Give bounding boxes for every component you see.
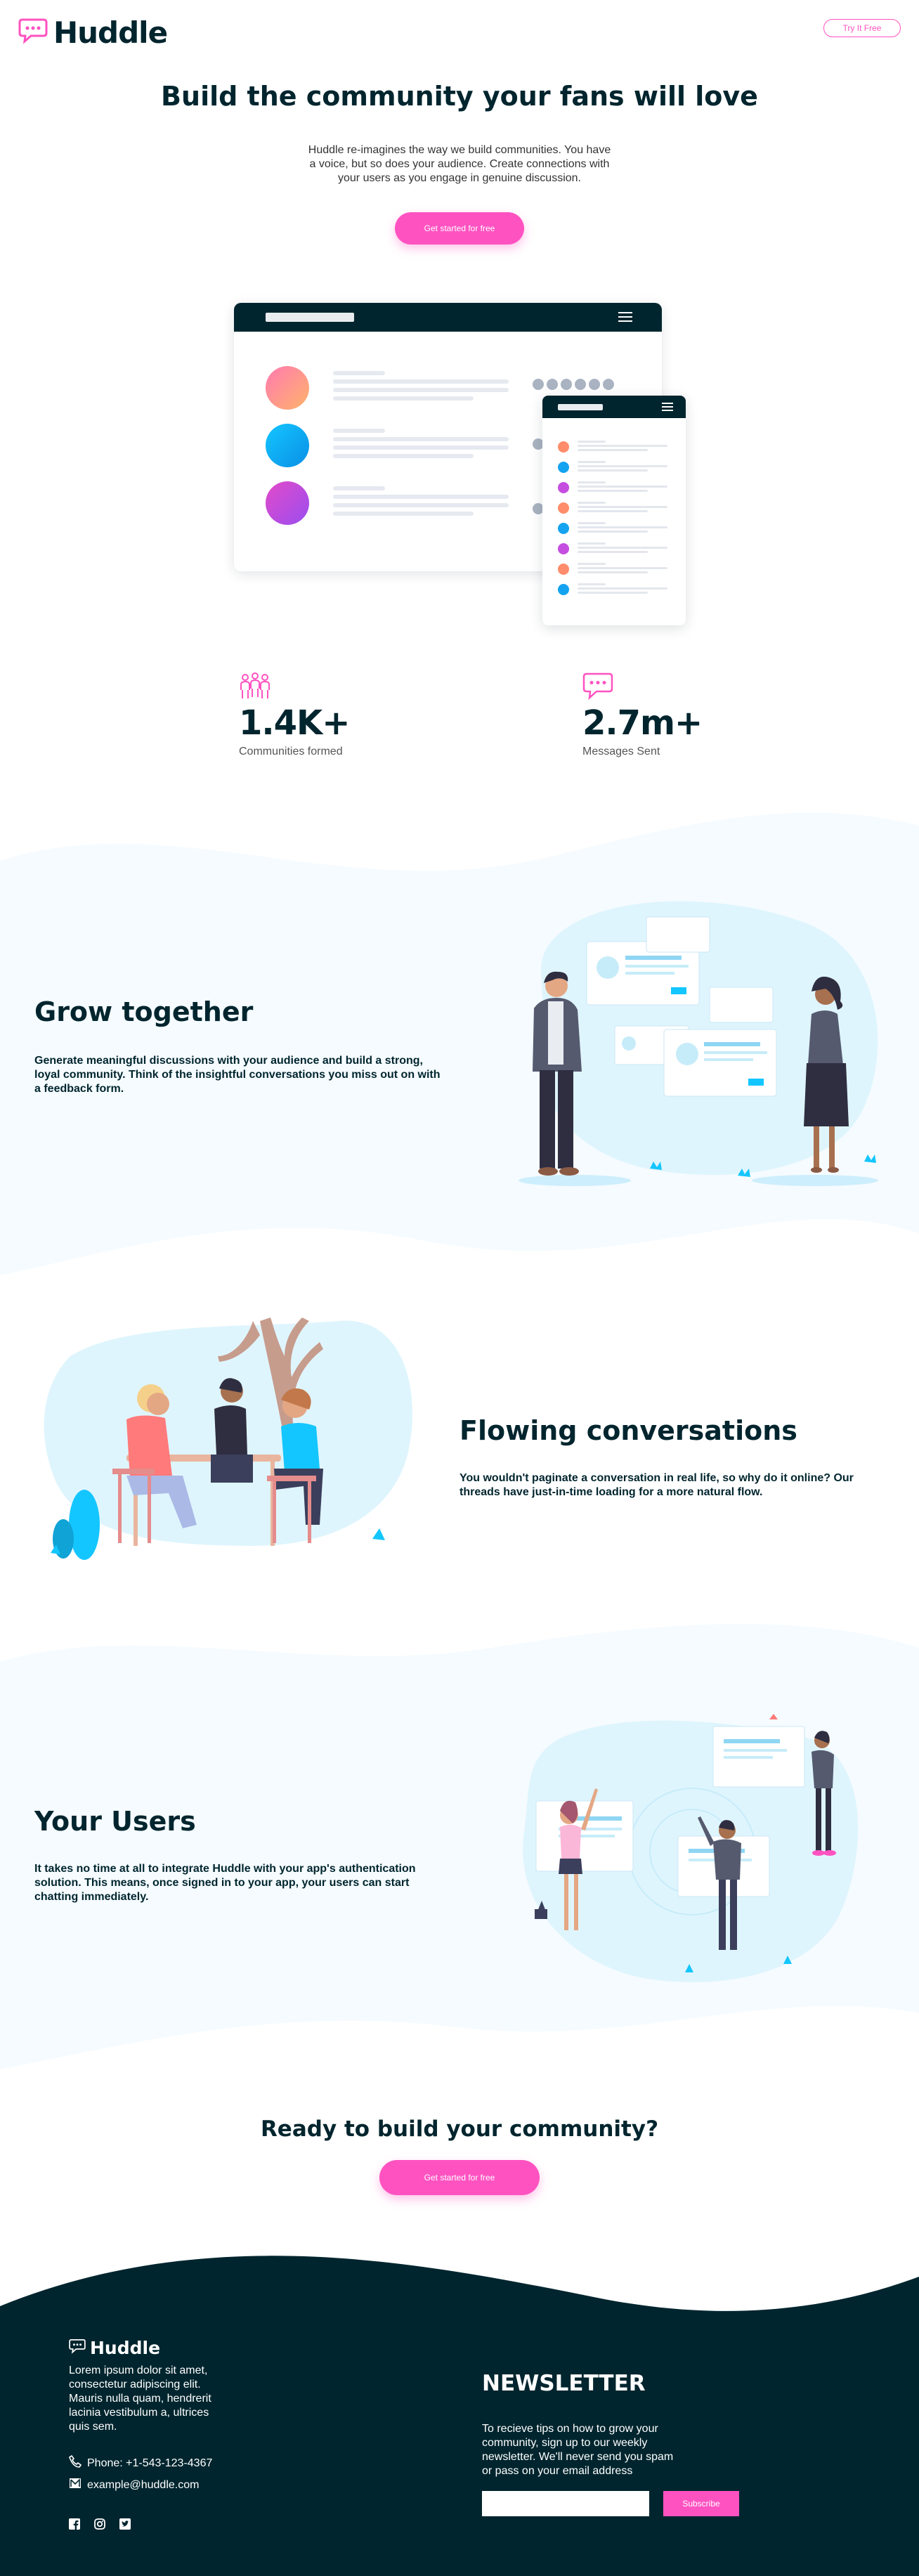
mockup-side-row: [558, 522, 667, 535]
mockup-dots: [533, 379, 614, 390]
mockup-side-row: [558, 441, 667, 453]
messages-icon: [582, 672, 613, 703]
mockup-row: [266, 366, 509, 410]
stat-label: Communities formed: [239, 746, 343, 757]
subscribe-button[interactable]: Subscribe: [663, 2491, 739, 2516]
hamburger-icon: [618, 312, 632, 322]
hero-title: Build the community your fans will love: [161, 81, 758, 112]
avatar: [266, 366, 309, 410]
stat-label: Messages Sent: [582, 746, 660, 757]
mockup-side-row: [558, 583, 667, 596]
footer-phone-text: Phone: +1-543-123-4367: [87, 2457, 213, 2469]
email-icon: [69, 2477, 82, 2493]
footer-logo-text: Huddle: [90, 2338, 161, 2358]
newsletter-email-input[interactable]: [482, 2491, 649, 2516]
mockup-side-row: [558, 502, 667, 514]
try-it-free-button[interactable]: Try It Free: [823, 19, 901, 37]
instagram-icon[interactable]: [94, 2518, 105, 2530]
stat-value: 1.4K+: [239, 703, 350, 743]
footer-email[interactable]: example@huddle.com: [69, 2477, 199, 2493]
app-mockup-mobile: [542, 396, 686, 625]
twitter-icon[interactable]: [119, 2518, 131, 2530]
feature-body: You wouldn't paginate a conversation in …: [460, 1472, 854, 1498]
stat-messages: 2.7m+ Messages Sent: [582, 672, 703, 758]
mockup-topbar: [234, 303, 662, 332]
header: Huddle Try It Free: [0, 0, 919, 63]
mockup-side-row: [558, 563, 667, 575]
get-started-button-bottom[interactable]: Get started for free: [379, 2160, 540, 2195]
newsletter-text: To recieve tips on how to grow your comm…: [482, 2423, 674, 2477]
your-users-illustration: [523, 1714, 859, 1982]
mockup-side-row: [558, 481, 667, 494]
footer-logo[interactable]: Huddle: [69, 2338, 160, 2358]
mockup-title-bar: [266, 313, 354, 322]
footer-phone: Phone: +1-543-123-4367: [69, 2454, 213, 2471]
mockup-side-title: [558, 404, 603, 410]
feature-body: It takes no time at all to integrate Hud…: [34, 1863, 416, 1903]
chat-bubble-icon: [69, 2338, 86, 2357]
feature-title: Your Users: [34, 1806, 196, 1837]
mockup-row: [266, 424, 509, 467]
chat-bubble-icon: [18, 18, 48, 48]
footer-email-text: example@huddle.com: [87, 2478, 200, 2491]
stat-value: 2.7m+: [582, 703, 703, 743]
newsletter-title: NEWSLETTER: [482, 2371, 646, 2396]
social-links: [69, 2518, 131, 2530]
ready-title: Ready to build your community?: [260, 2116, 659, 2142]
mockup-side-topbar: [542, 396, 686, 418]
grow-together-illustration: [519, 901, 878, 1186]
feature-title: Flowing conversations: [460, 1415, 797, 1446]
avatar: [266, 481, 309, 525]
stat-communities: 1.4K+ Communities formed: [239, 672, 350, 758]
communities-icon: [239, 672, 271, 703]
feature-title: Grow together: [34, 996, 254, 1027]
mockup-side-row: [558, 461, 667, 474]
mockup-side-row: [558, 542, 667, 555]
get-started-button[interactable]: Get started for free: [395, 212, 524, 245]
hamburger-icon: [662, 403, 673, 411]
facebook-icon[interactable]: [69, 2518, 80, 2530]
logo[interactable]: Huddle: [18, 15, 168, 50]
hero-subtitle: Huddle re-imagines the way we build comm…: [308, 144, 611, 184]
avatar: [266, 424, 309, 467]
logo-text: Huddle: [53, 15, 168, 50]
phone-icon: [69, 2454, 82, 2471]
mockup-row: [266, 481, 509, 525]
footer-description: Lorem ipsum dolor sit amet, consectetur …: [69, 2364, 211, 2433]
flowing-conversations-illustration: [44, 1318, 412, 1560]
feature-body: Generate meaningful discussions with you…: [34, 1055, 441, 1095]
